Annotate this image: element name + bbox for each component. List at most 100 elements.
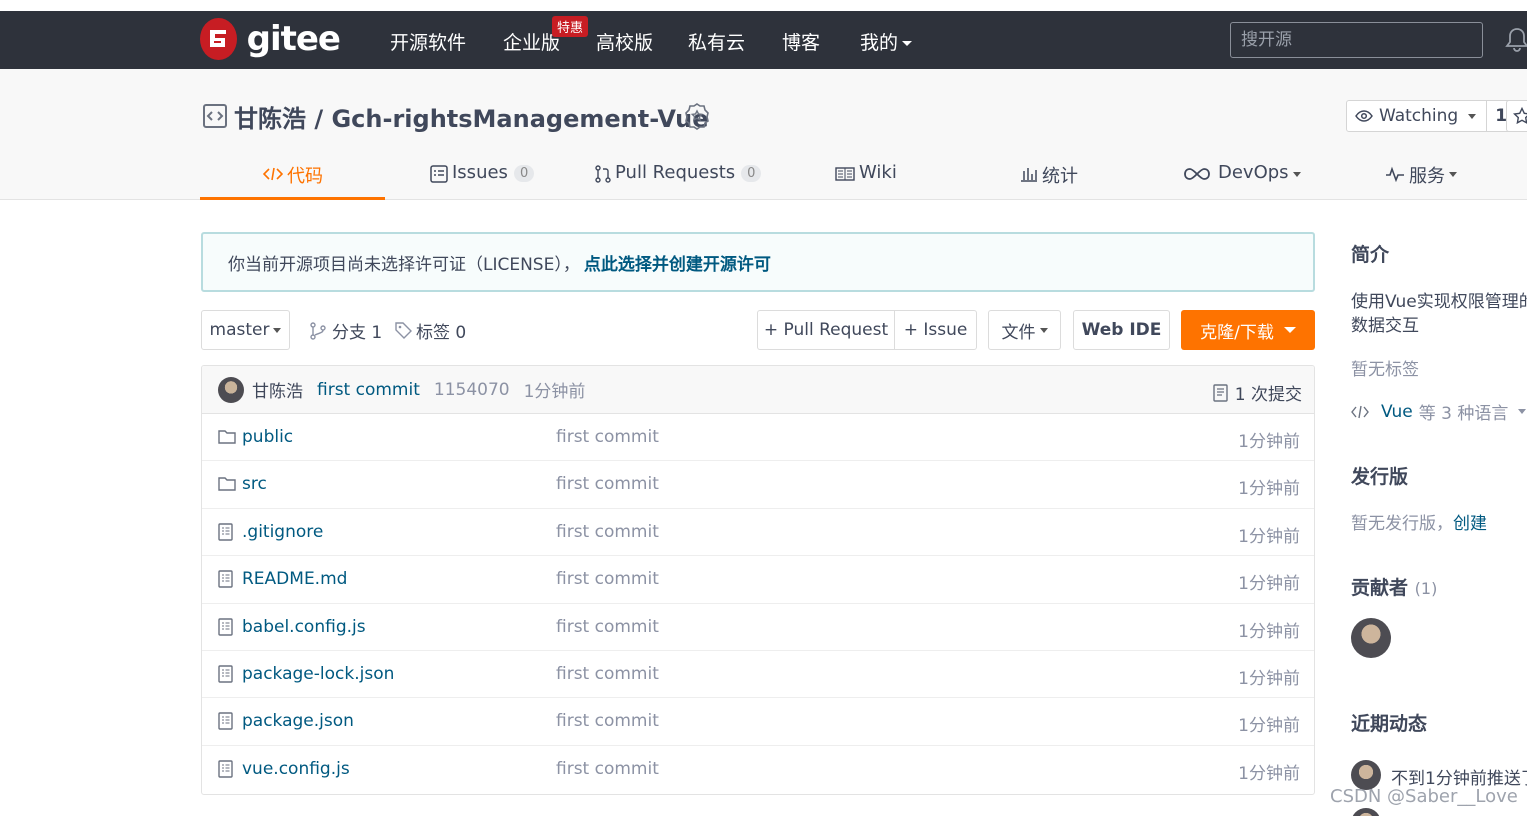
table-row[interactable]: package-lock.json first commit 1分钟前	[202, 651, 1314, 699]
branch-select[interactable]: master	[201, 310, 290, 350]
search-input[interactable]	[1230, 22, 1483, 58]
release-heading: 发行版	[1351, 466, 1409, 488]
file-commit-message[interactable]: first commit	[556, 427, 659, 447]
commit-count-link[interactable]: 1 次提交	[1213, 380, 1302, 405]
nav-item-mine-label: 我的	[860, 32, 899, 54]
nav-item-mine[interactable]: 我的	[860, 28, 913, 55]
watch-label: Watching	[1379, 106, 1459, 126]
new-pull-request-button[interactable]: + Pull Request	[757, 310, 895, 350]
web-ide-button[interactable]: Web IDE	[1073, 310, 1170, 350]
tags-link[interactable]: 标签 0	[395, 318, 466, 343]
intro-line-2: 数据交互	[1351, 316, 1419, 336]
avatar[interactable]	[218, 376, 244, 403]
watch-button-main[interactable]: Watching	[1347, 101, 1486, 131]
tab-stats[interactable]: 统计	[1020, 162, 1078, 200]
tab-pull-requests-label: Pull Requests	[615, 162, 736, 183]
star-button[interactable]	[1506, 100, 1527, 132]
files-dropdown-button[interactable]: 文件	[988, 310, 1061, 350]
table-row[interactable]: babel.config.js first commit 1分钟前	[202, 604, 1314, 651]
file-commit-time: 1分钟前	[1238, 479, 1300, 500]
license-banner: 你当前开源项目尚未选择许可证（LICENSE）， 点此选择并创建开源许可	[201, 232, 1315, 292]
language-link[interactable]: Vue	[1381, 402, 1413, 422]
pull-requests-count: 0	[741, 165, 762, 182]
table-row[interactable]: vue.config.js first commit 1分钟前	[202, 746, 1314, 793]
file-commit-time: 1分钟前	[1238, 621, 1300, 642]
star-icon	[1513, 107, 1527, 125]
activity-avatar-2[interactable]	[1351, 808, 1381, 816]
code-repo-icon	[202, 103, 228, 133]
file-name[interactable]: public	[242, 427, 293, 447]
file-name[interactable]: package.json	[242, 711, 354, 731]
contributors-heading: 贡献者 (1)	[1351, 573, 1437, 600]
bell-icon[interactable]	[1505, 27, 1527, 57]
issues-icon	[430, 162, 448, 186]
file-name[interactable]: vue.config.js	[242, 759, 350, 779]
code-icon	[263, 162, 283, 186]
file-name[interactable]: babel.config.js	[242, 617, 366, 637]
watch-button[interactable]: Watching 1	[1346, 100, 1517, 132]
file-commit-message[interactable]: first commit	[556, 664, 659, 684]
table-row[interactable]: .gitignore first commit 1分钟前	[202, 509, 1314, 557]
gitee-logo[interactable]: gitee	[200, 17, 341, 61]
contributor-avatar[interactable]	[1351, 618, 1391, 658]
commit-hash[interactable]: 1154070	[434, 380, 510, 400]
chevron-down-icon[interactable]	[1518, 409, 1527, 414]
hot-badge: 特惠	[552, 16, 589, 37]
file-list: 甘陈浩 first commit 1154070 1分钟前 1 次提交 publ…	[201, 365, 1315, 795]
release-info: 暂无发行版，创建	[1351, 509, 1487, 534]
chevron-down-icon	[1292, 172, 1301, 177]
file-commit-message[interactable]: first commit	[556, 569, 659, 589]
language-info[interactable]: Vue 等 3 种语言	[1351, 399, 1527, 424]
nav-item-university[interactable]: 高校版	[596, 28, 653, 55]
file-name[interactable]: README.md	[242, 569, 347, 589]
contributors-count: (1)	[1414, 579, 1438, 598]
tab-stats-label: 统计	[1042, 166, 1078, 187]
file-commit-message[interactable]: first commit	[556, 474, 659, 494]
top-navbar: gitee 开源软件 企业版 特惠 高校版 私有云 博客 我的	[0, 11, 1527, 69]
nav-item-open-source[interactable]: 开源软件	[390, 28, 466, 55]
file-name[interactable]: package-lock.json	[242, 664, 394, 684]
tab-issues[interactable]: Issues 0	[430, 162, 535, 200]
file-commit-message[interactable]: first commit	[556, 711, 659, 731]
watermark: CSDN @Saber__Love	[1330, 786, 1518, 807]
branch-icon	[310, 321, 326, 340]
file-name[interactable]: .gitignore	[242, 522, 323, 542]
code-icon	[1351, 405, 1369, 418]
file-commit-message[interactable]: first commit	[556, 617, 659, 637]
file-commit-message[interactable]: first commit	[556, 759, 659, 779]
recommend-badge-icon	[684, 102, 710, 134]
language-rest: 等 3 种语言	[1418, 404, 1509, 424]
new-issue-button[interactable]: + Issue	[894, 310, 977, 350]
commits-icon	[1213, 383, 1228, 402]
tab-code-label: 代码	[287, 166, 323, 187]
tab-pull-requests[interactable]: Pull Requests 0	[595, 162, 762, 200]
files-dropdown-label: 文件	[1001, 322, 1036, 343]
table-row[interactable]: src first commit 1分钟前	[202, 461, 1314, 509]
nav-item-private-cloud[interactable]: 私有云	[688, 28, 745, 55]
tab-services[interactable]: 服务	[1385, 162, 1457, 200]
file-name[interactable]: src	[242, 474, 267, 494]
file-icon	[218, 760, 233, 783]
file-commit-message[interactable]: first commit	[556, 522, 659, 542]
commit-author[interactable]: 甘陈浩	[252, 377, 303, 402]
latest-commit-bar: 甘陈浩 first commit 1154070 1分钟前 1 次提交	[202, 366, 1314, 414]
license-create-link[interactable]: 点此选择并创建开源许可	[584, 250, 771, 275]
project-header: 甘陈浩 / Gch-rightsManagement-Vue Watching …	[0, 69, 1527, 200]
table-row[interactable]: package.json first commit 1分钟前	[202, 698, 1314, 746]
tab-code[interactable]: 代码	[263, 162, 323, 200]
create-release-link[interactable]: 创建	[1453, 514, 1487, 534]
branch-select-label: master	[209, 320, 270, 340]
intro-line-1: 使用Vue实现权限管理的	[1351, 292, 1527, 312]
table-row[interactable]: public first commit 1分钟前	[202, 414, 1314, 462]
project-title[interactable]: 甘陈浩 / Gch-rightsManagement-Vue	[234, 99, 709, 134]
file-icon	[218, 665, 233, 688]
commit-message[interactable]: first commit	[317, 380, 420, 400]
table-row[interactable]: README.md first commit 1分钟前	[202, 556, 1314, 604]
tab-wiki[interactable]: Wiki	[835, 162, 897, 200]
branches-label: 分支 1	[332, 323, 383, 343]
clone-download-button[interactable]: 克隆/下载	[1181, 310, 1315, 350]
branches-link[interactable]: 分支 1	[310, 318, 382, 343]
tab-devops[interactable]: DevOps	[1184, 162, 1301, 200]
nav-item-blog[interactable]: 博客	[782, 28, 820, 55]
contributors-heading-label: 贡献者	[1351, 577, 1409, 599]
